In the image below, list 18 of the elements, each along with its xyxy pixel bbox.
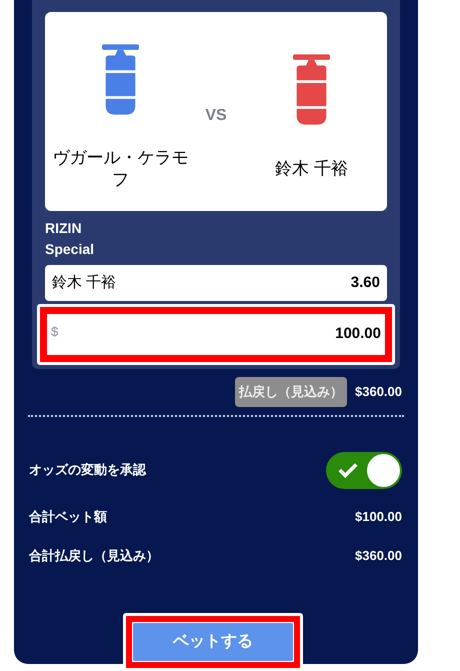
- currency-symbol: $: [51, 322, 58, 341]
- selection-name: 鈴木 千裕: [52, 272, 116, 293]
- total-label: 合計払戻し（見込み）: [29, 547, 159, 565]
- odds-value: 3.60: [350, 272, 380, 293]
- total-label: 合計ベット額: [29, 508, 107, 526]
- accept-odds-label: オッズの変動を承認: [29, 461, 146, 480]
- versus-label: VS: [204, 106, 228, 126]
- stake-field[interactable]: $ 100.00: [40, 307, 392, 362]
- market-title: RIZIN Special: [45, 219, 96, 259]
- stake-amount: 100.00: [335, 324, 381, 344]
- payout-value: $360.00: [355, 383, 402, 401]
- payout-label: 払戻し（見込み）: [235, 377, 347, 406]
- toggle-switch[interactable]: [326, 452, 402, 488]
- total-value: $100.00: [355, 508, 402, 526]
- toggle-thumb: [367, 454, 400, 486]
- fighter-name: 鈴木 千裕: [274, 158, 349, 180]
- fighter-name: ヴガール・ケラモフ: [52, 147, 190, 191]
- total-value: $360.00: [355, 547, 402, 565]
